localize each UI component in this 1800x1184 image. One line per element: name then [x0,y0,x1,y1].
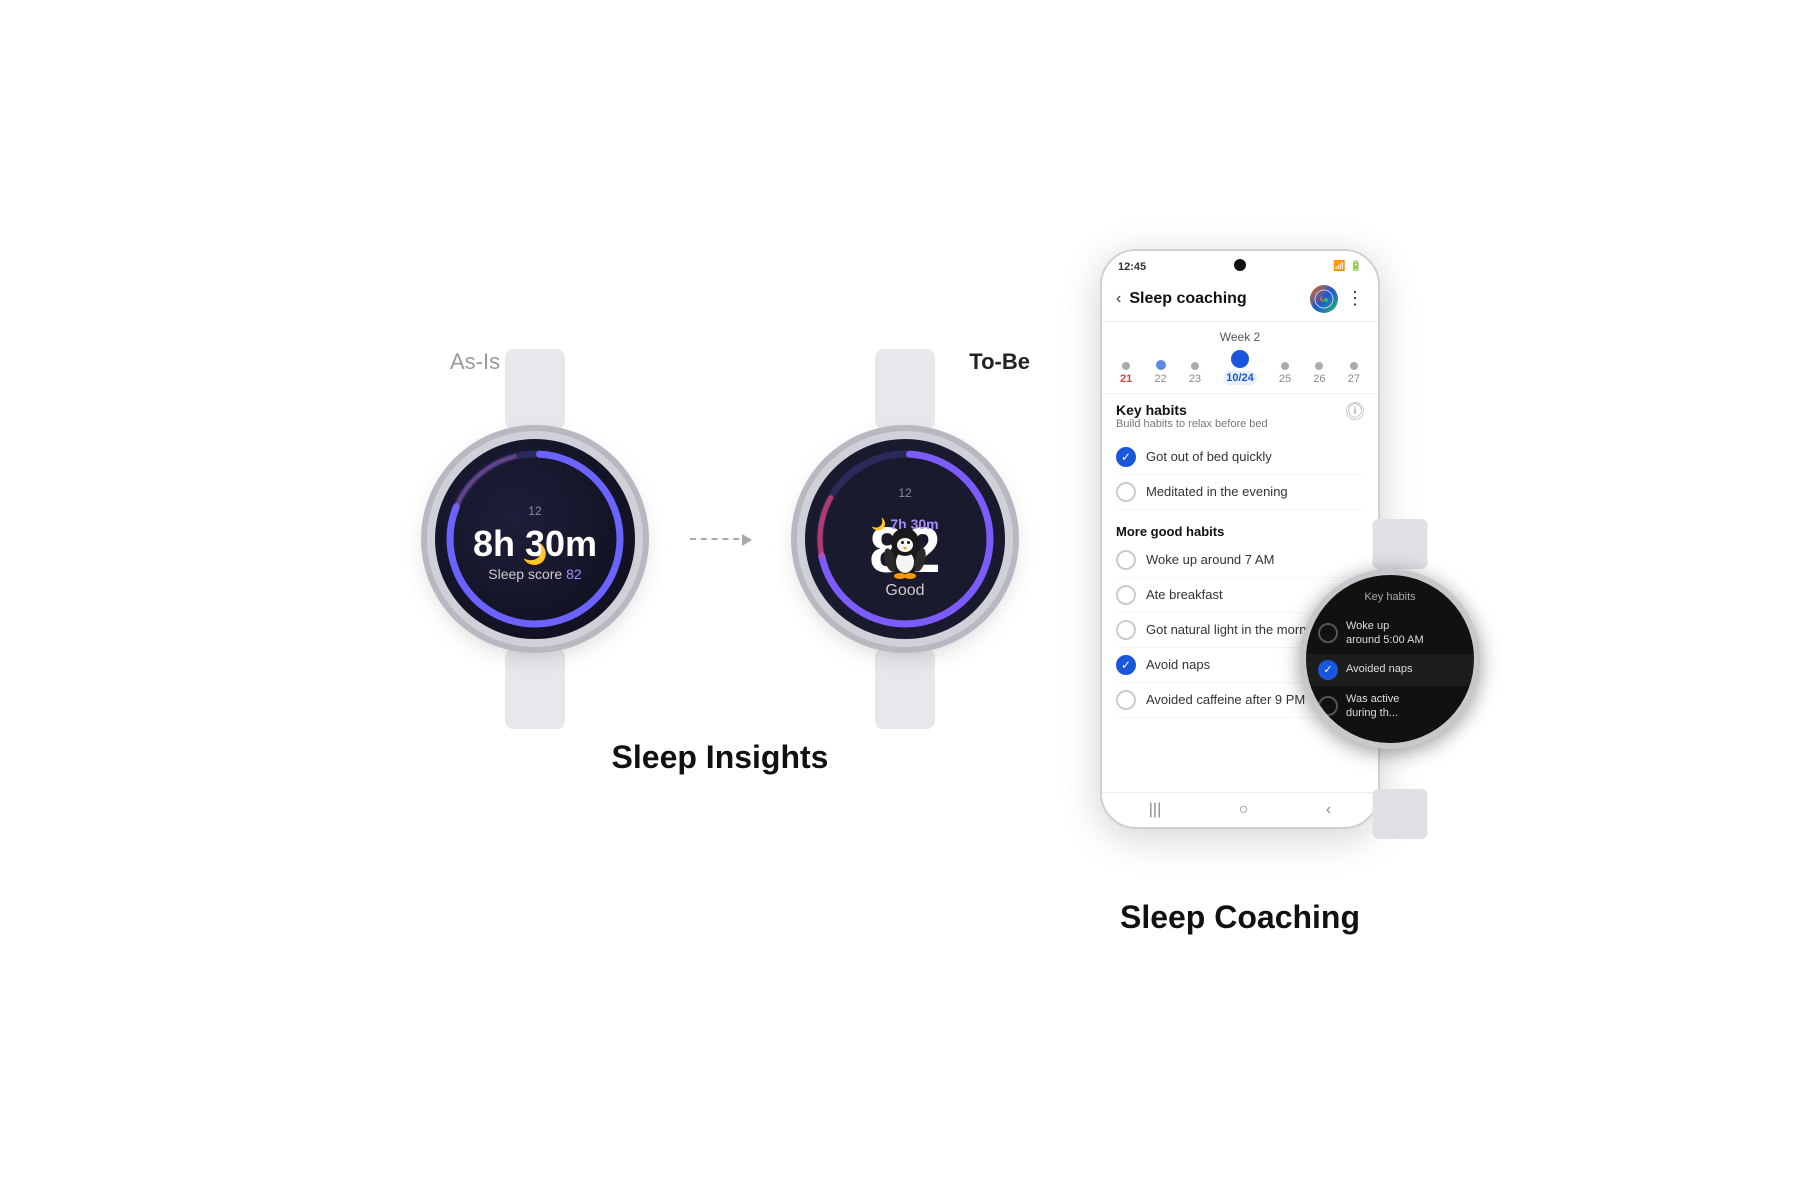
day-num-1024: 10/24 [1223,371,1257,385]
day-dot-1024 [1231,350,1249,368]
sw-check-1 [1318,623,1338,643]
day-num-23: 23 [1189,373,1201,385]
habit-text-2: Meditated in the evening [1146,484,1288,499]
watches-row: As-Is To-Be 12 🌙 8h 30m Sleep scor [420,409,1020,669]
sleep-coaching-title: Sleep Coaching [1120,899,1360,936]
sw-check-3 [1318,696,1338,716]
day-25[interactable]: 25 [1279,362,1291,385]
day-dot-26 [1315,362,1323,370]
day-num-25: 25 [1279,373,1291,385]
habit-item-2[interactable]: Meditated in the evening [1116,475,1364,510]
twelve-label-tobe: 12 [898,486,911,500]
more-habit-check-1 [1116,550,1136,570]
app-header: ‹ Sleep coaching [1102,277,1378,322]
watch-body-tobe: 12 🌙 7h 30m 82 Good [805,439,1005,639]
page-container: As-Is To-Be 12 🌙 8h 30m Sleep scor [0,0,1800,1184]
sw-text-2: Avoided naps [1346,662,1412,676]
penguin-icon [880,520,930,580]
habits-header: Key habits Build habits to relax before … [1116,402,1364,438]
watch-body-asis: 12 🌙 8h 30m Sleep score 82 [435,439,635,639]
phone-notch [1234,259,1246,271]
key-habits-title: Key habits [1116,402,1268,418]
day-dot-22 [1156,360,1166,370]
more-habit-check-5 [1116,690,1136,710]
moon-icon: 🌙 [523,542,548,567]
smartwatch-body: Key habits Woke uparound 5:00 AM ✓ Avoid… [1300,569,1480,749]
nav-back-icon[interactable]: ‹ [1326,801,1331,819]
sw-title: Key habits [1364,591,1415,603]
watch-to-be: 12 🌙 7h 30m 82 Good [790,409,1020,669]
more-habit-text-1: Woke up around 7 AM [1146,552,1274,567]
sw-text-1: Woke uparound 5:00 AM [1346,619,1424,648]
habit-check-2 [1116,482,1136,502]
day-dot-21 [1122,362,1130,370]
day-selector: 21 22 23 10 [1116,350,1364,385]
sw-item-2: ✓ Avoided naps [1306,654,1474,686]
asis-score-value: 82 [566,566,582,582]
habit-item-1[interactable]: ✓ Got out of bed quickly [1116,440,1364,475]
devices-container: 12:45 📶 🔋 ‹ Sleep coaching [1100,249,1380,829]
phone-nav: ||| ○ ‹ [1102,792,1378,827]
label-as-is: As-Is [450,349,500,375]
habit-text-1: Got out of bed quickly [1146,449,1272,464]
tobe-watch-content: 12 🌙 7h 30m 82 Good [869,478,940,600]
day-num-21: 21 [1120,373,1132,385]
watch-as-is: 12 🌙 8h 30m Sleep score 82 [420,409,650,669]
asis-watch-content: 12 🌙 8h 30m Sleep score 82 [473,496,597,582]
status-time: 12:45 [1118,261,1146,273]
smartwatch: Key habits Woke uparound 5:00 AM ✓ Avoid… [1300,569,1500,789]
day-22[interactable]: 22 [1154,360,1166,385]
day-27[interactable]: 27 [1348,362,1360,385]
week-label: Week 2 [1116,330,1364,344]
nav-menu-icon[interactable]: ||| [1149,801,1161,819]
label-to-be: To-Be [969,349,1030,375]
habit-check-1: ✓ [1116,447,1136,467]
more-habit-check-3 [1116,620,1136,640]
arrow-line [690,538,750,540]
habits-title-group: Key habits Build habits to relax before … [1116,402,1268,438]
info-icon[interactable]: ⓘ [1346,402,1364,420]
sleep-coaching-section: 12:45 📶 🔋 ‹ Sleep coaching [1100,249,1380,936]
day-dot-25 [1281,362,1289,370]
day-23[interactable]: 23 [1189,362,1201,385]
sw-text-3: Was activeduring th... [1346,692,1399,721]
day-1024[interactable]: 10/24 [1223,350,1257,385]
arrow-divider [690,538,750,540]
brand-icon [1310,285,1338,313]
more-habit-check-4: ✓ [1116,655,1136,675]
more-habits-title: More good habits [1116,524,1364,539]
key-habits-subtitle: Build habits to relax before bed [1116,418,1268,430]
week-section: Week 2 21 22 [1102,322,1378,393]
day-dot-27 [1350,362,1358,370]
sw-band-top [1373,519,1428,569]
more-habit-check-2 [1116,585,1136,605]
sw-band-bottom [1373,789,1428,839]
app-header-left: ‹ Sleep coaching [1116,290,1247,308]
header-icons: ⋮ [1310,285,1364,313]
more-habit-text-5: Avoided caffeine after 9 PM [1146,692,1305,707]
asis-score: Sleep score 82 [473,566,597,582]
sw-item-3: Was activeduring th... [1306,686,1474,727]
sw-item-1: Woke uparound 5:00 AM [1306,613,1474,654]
more-icon[interactable]: ⋮ [1346,288,1364,309]
app-title: Sleep coaching [1129,290,1246,308]
back-icon[interactable]: ‹ [1116,290,1121,308]
day-num-26: 26 [1313,373,1325,385]
key-habits-section: Key habits Build habits to relax before … [1102,393,1378,518]
nav-home-icon[interactable]: ○ [1239,801,1249,819]
day-21[interactable]: 21 [1120,362,1132,385]
day-dot-23 [1191,362,1199,370]
more-habit-text-3: Got natural light in the morning [1146,622,1324,637]
twelve-label-asis: 12 [528,504,541,518]
sleep-insights-title: Sleep Insights [612,739,829,776]
more-habit-text-2: Ate breakfast [1146,587,1223,602]
status-icons: 📶 🔋 [1333,261,1362,272]
more-habit-text-4: Avoid naps [1146,657,1210,672]
sleep-insights-section: As-Is To-Be 12 🌙 8h 30m Sleep scor [420,409,1020,776]
day-26[interactable]: 26 [1313,362,1325,385]
day-num-22: 22 [1154,373,1166,385]
sw-check-2: ✓ [1318,660,1338,680]
day-num-27: 27 [1348,373,1360,385]
